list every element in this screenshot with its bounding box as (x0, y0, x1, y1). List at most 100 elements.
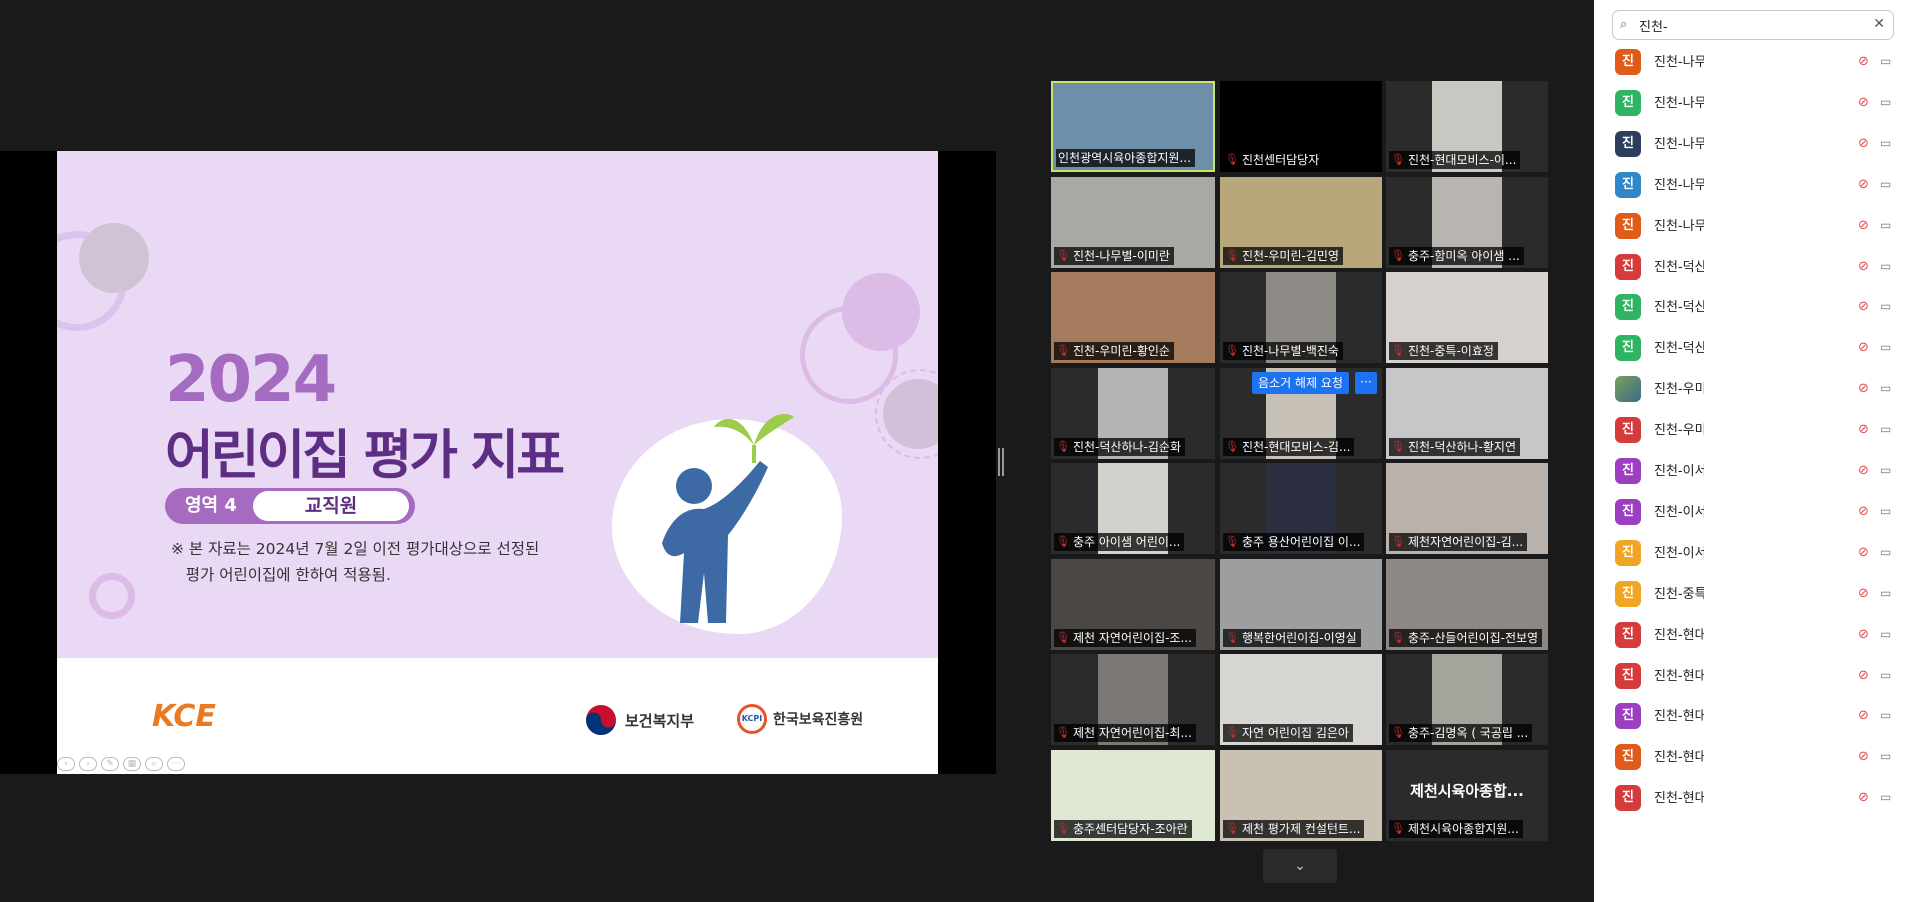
video-camera-icon[interactable]: ▭ (1880, 218, 1891, 232)
clear-search-icon[interactable]: ✕ (1873, 16, 1885, 32)
video-camera-icon[interactable]: ▭ (1880, 708, 1891, 722)
mic-muted-icon[interactable]: ⊘ (1858, 218, 1869, 233)
participant-video-tile[interactable]: 🎙 충주-산들어린이집-전보영 (1386, 558, 1548, 650)
mic-muted-icon[interactable]: ⊘ (1858, 790, 1869, 805)
mic-muted-icon[interactable]: ⊘ (1858, 422, 1869, 437)
video-camera-icon[interactable]: ▭ (1880, 790, 1891, 804)
participant-row[interactable]: 진 진천-덕산 ⊘ ▭ (1594, 328, 1905, 369)
participant-video-tile[interactable]: 🎙 진천-나무별-이미란 (1051, 176, 1215, 268)
participant-video-tile[interactable]: 인천광역시육아종합지원... (1051, 81, 1215, 172)
participant-row[interactable]: 진 진천-우미 ⊘ ▭ (1594, 410, 1905, 451)
video-camera-icon[interactable]: ▭ (1880, 422, 1891, 436)
video-camera-icon[interactable]: ▭ (1880, 627, 1891, 641)
avatar: 진 (1615, 294, 1641, 321)
mic-muted-icon[interactable]: ⊘ (1858, 54, 1869, 69)
video-camera-icon[interactable]: ▭ (1880, 177, 1891, 191)
participant-search[interactable]: ⌕ ✕ (1612, 10, 1894, 40)
participant-video-tile[interactable]: 🎙 충주센터담당자-조아란 (1051, 749, 1215, 841)
slides-icon[interactable]: ▦ (123, 757, 141, 771)
participant-video-tile[interactable]: 🎙 진천-중특-이효정 (1386, 272, 1548, 363)
mic-muted-icon[interactable]: ⊘ (1858, 259, 1869, 274)
mic-muted-icon[interactable]: ⊘ (1858, 136, 1869, 151)
video-camera-icon[interactable]: ▭ (1880, 259, 1891, 273)
participant-video-tile[interactable]: 🎙 제천자연어린이집-김... (1386, 463, 1548, 554)
participant-row[interactable]: 진 진천-이서 ⊘ ▭ (1594, 533, 1905, 574)
participant-video-tile[interactable]: 🎙 자연 어린이집 김은아 (1220, 654, 1382, 745)
mic-muted-icon[interactable]: ⊘ (1858, 95, 1869, 110)
tile-participant-name: 진천센터담당자 (1241, 153, 1320, 167)
video-camera-icon[interactable]: ▭ (1880, 299, 1891, 313)
video-camera-icon[interactable]: ▭ (1880, 504, 1891, 518)
video-camera-icon[interactable]: ▭ (1880, 463, 1891, 477)
participant-row[interactable]: 진 진천-나무 ⊘ ▭ (1594, 124, 1905, 165)
video-camera-icon[interactable]: ▭ (1880, 136, 1891, 150)
participant-video-tile[interactable]: 🎙 충주-함미옥 아이샘 ... (1386, 176, 1548, 268)
mic-muted-icon[interactable]: ⊘ (1858, 177, 1869, 192)
gallery-next-page-button[interactable]: ⌄ (1263, 849, 1337, 883)
participant-video-tile[interactable]: 🎙 제천 자연어린이집-최... (1051, 654, 1215, 745)
participant-video-tile[interactable]: 🎙 진천센터담당자 (1220, 81, 1382, 172)
participant-row[interactable]: 진 진천-나무 ⊘ ▭ (1594, 42, 1905, 83)
participant-video-tile[interactable]: 🎙 진천-우미린-황인순 (1051, 272, 1215, 363)
participant-video-tile[interactable]: 🎙 제천 평가제 컨설턴트... (1220, 749, 1382, 841)
next-slide-icon[interactable]: › (79, 757, 97, 771)
participant-row[interactable]: 진 진천-이서 ⊘ ▭ (1594, 492, 1905, 533)
mic-muted-icon[interactable]: ⊘ (1858, 668, 1869, 683)
mic-muted-icon[interactable]: ⊘ (1858, 545, 1869, 560)
split-resize-handle[interactable] (998, 448, 1004, 476)
video-camera-icon[interactable]: ▭ (1880, 381, 1891, 395)
video-camera-icon[interactable]: ▭ (1880, 95, 1891, 109)
participant-video-tile[interactable]: 🎙 충주-김명옥 ( 국공립 ... (1386, 654, 1548, 745)
mic-muted-icon[interactable]: ⊘ (1858, 708, 1869, 723)
participant-video-tile[interactable]: 🎙 진천-덕산하나-황지연 (1386, 367, 1548, 459)
prev-slide-icon[interactable]: ‹ (57, 757, 75, 771)
participant-video-tile[interactable]: 🎙 충주 아이샘 어린이... (1051, 463, 1215, 554)
mic-muted-icon[interactable]: ⊘ (1858, 749, 1869, 764)
participant-row[interactable]: 진 진천-나무 ⊘ ▭ (1594, 206, 1905, 247)
mic-muted-icon[interactable]: ⊘ (1858, 340, 1869, 355)
tile-nameplate: 🎙 충주 아이샘 어린이... (1054, 533, 1185, 551)
tile-more-button[interactable]: ··· (1355, 372, 1377, 394)
mic-muted-icon[interactable]: ⊘ (1858, 586, 1869, 601)
participant-video-tile[interactable]: 🎙 제천 자연어린이집-조... (1051, 558, 1215, 650)
mic-muted-icon[interactable]: ⊘ (1858, 504, 1869, 519)
participant-video-tile[interactable]: 🎙 행복한어린이집-이영실 (1220, 558, 1382, 650)
mic-muted-icon[interactable]: ⊘ (1858, 381, 1869, 396)
tile-participant-name: 충주-김명옥 ( 국공립 ... (1407, 726, 1529, 740)
shared-screen[interactable]: 2024 어린이집 평가 지표 영역 4 교직원 ※ 본 자료는 2024년 7… (0, 151, 996, 774)
participant-row[interactable]: 진 진천-이서 ⊘ ▭ (1594, 451, 1905, 492)
participant-video-tile[interactable]: 🎙 진천-우미린-김민영 (1220, 176, 1382, 268)
participant-video-tile[interactable]: 🎙 진천-나무별-백진숙 (1220, 272, 1382, 363)
participant-row[interactable]: 진 진천-중특 ⊘ ▭ (1594, 574, 1905, 615)
mic-muted-icon[interactable]: ⊘ (1858, 299, 1869, 314)
zoom-icon[interactable]: ⌕ (145, 757, 163, 771)
unmute-request-button[interactable]: 음소거 해제 요청 (1252, 372, 1349, 394)
avatar: 진 (1615, 89, 1641, 116)
mic-muted-icon[interactable]: ⊘ (1858, 463, 1869, 478)
participant-row[interactable]: 진 진천-나무 ⊘ ▭ (1594, 165, 1905, 206)
video-camera-icon[interactable]: ▭ (1880, 668, 1891, 682)
participant-video-tile[interactable]: 🎙 진천-덕산하나-김순화 (1051, 367, 1215, 459)
mic-muted-icon[interactable]: ⊘ (1858, 627, 1869, 642)
participant-video-tile[interactable]: 🎙 진천-현대모비스-이... (1386, 81, 1548, 172)
participant-row[interactable]: 진 진천-현대 ⊘ ▭ (1594, 737, 1905, 778)
pen-icon[interactable]: ✎ (101, 757, 119, 771)
participant-row[interactable]: 진 진천-덕산 ⊘ ▭ (1594, 287, 1905, 328)
participant-video-tile[interactable]: 🎙 충주 용산어린이집 이... (1220, 463, 1382, 554)
video-camera-icon[interactable]: ▭ (1880, 340, 1891, 354)
participant-row[interactable]: 진 진천-현대 ⊘ ▭ (1594, 696, 1905, 737)
participant-row[interactable]: 진 진천-현대 ⊘ ▭ (1594, 778, 1905, 819)
video-camera-icon[interactable]: ▭ (1880, 749, 1891, 763)
participant-search-input[interactable] (1639, 15, 1859, 35)
video-camera-icon[interactable]: ▭ (1880, 54, 1891, 68)
video-camera-icon[interactable]: ▭ (1880, 586, 1891, 600)
more-icon[interactable]: ⋯ (167, 757, 185, 771)
participant-row[interactable]: 진 진천-덕산 ⊘ ▭ (1594, 247, 1905, 288)
participant-row[interactable]: 진천-우미 ⊘ ▭ (1594, 369, 1905, 410)
participant-row[interactable]: 진 진천-현대 ⊘ ▭ (1594, 615, 1905, 656)
tile-nameplate: 🎙 진천-중특-이효정 (1389, 342, 1498, 360)
participant-row[interactable]: 진 진천-나무 ⊘ ▭ (1594, 83, 1905, 124)
participant-video-tile[interactable]: 제천시육아종합... 🎙 제천시육아종합지원... (1386, 749, 1548, 841)
participant-row[interactable]: 진 진천-현대 ⊘ ▭ (1594, 656, 1905, 697)
video-camera-icon[interactable]: ▭ (1880, 545, 1891, 559)
